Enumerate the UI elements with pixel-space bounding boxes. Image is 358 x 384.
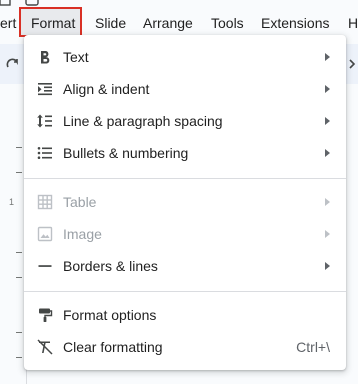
- menu-item-bullets-numbering[interactable]: Bullets & numbering: [24, 137, 346, 169]
- menu-separator: [24, 291, 346, 292]
- toolbar-more-icon[interactable]: [348, 58, 358, 70]
- menu-item-label: Format options: [63, 307, 157, 323]
- menu-item-label: Line & paragraph spacing: [63, 113, 223, 129]
- menu-insert[interactable]: ert: [0, 14, 16, 32]
- format-dropdown-menu: Text Align & indent Line & paragraph spa…: [24, 35, 346, 370]
- ruler-tick: [16, 357, 22, 358]
- menu-tools[interactable]: Tools: [211, 14, 244, 32]
- vertical-ruler: 1: [0, 92, 27, 384]
- menu-item-label: Text: [63, 49, 89, 65]
- menu-item-label: Clear formatting: [63, 339, 163, 355]
- submenu-arrow-icon: [325, 85, 330, 93]
- menu-item-line-spacing[interactable]: Line & paragraph spacing: [24, 105, 346, 137]
- menu-item-label: Bullets & numbering: [63, 145, 189, 161]
- toolbar-icons-partial: [0, 0, 60, 6]
- submenu-arrow-icon: [325, 53, 330, 61]
- menu-item-clear-formatting[interactable]: Clear formatting Ctrl+\: [24, 331, 346, 363]
- submenu-arrow-icon: [325, 149, 330, 157]
- submenu-arrow-icon: [325, 262, 330, 270]
- submenu-arrow-icon: [325, 230, 330, 238]
- menu-arrange[interactable]: Arrange: [143, 14, 193, 32]
- menu-help[interactable]: H: [348, 14, 358, 32]
- menu-item-format-options[interactable]: Format options: [24, 299, 346, 331]
- menu-item-image[interactable]: Image: [24, 218, 346, 250]
- image-icon: [37, 226, 53, 242]
- bold-icon: [41, 51, 50, 64]
- menu-extensions[interactable]: Extensions: [261, 14, 329, 32]
- menu-item-label: Align & indent: [63, 81, 150, 97]
- menu-separator: [24, 178, 346, 179]
- menu-slide[interactable]: Slide: [95, 14, 126, 32]
- ruler-tick: [16, 277, 22, 278]
- menu-item-align-indent[interactable]: Align & indent: [24, 73, 346, 105]
- clear-format-icon: [37, 339, 53, 355]
- ruler-number: 1: [9, 197, 15, 207]
- menu-format[interactable]: Format: [31, 14, 75, 32]
- menu-item-borders-lines[interactable]: Borders & lines: [24, 250, 346, 282]
- menu-item-table[interactable]: Table: [24, 186, 346, 218]
- menu-item-label: Borders & lines: [63, 258, 158, 274]
- line-spacing-icon: [37, 114, 52, 128]
- submenu-arrow-icon: [325, 117, 330, 125]
- menu-item-label: Table: [63, 194, 97, 210]
- ruler-tick: [16, 252, 22, 253]
- table-icon: [37, 194, 53, 210]
- menu-item-text[interactable]: Text: [24, 41, 346, 73]
- paint-roller-icon: [39, 308, 53, 322]
- horizontal-line-icon: [38, 265, 52, 267]
- ruler-tick: [16, 332, 22, 333]
- ruler-tick: [16, 172, 22, 173]
- ruler-tick: [16, 147, 22, 148]
- redo-icon[interactable]: [5, 56, 21, 72]
- menu-item-label: Image: [63, 226, 102, 242]
- indent-icon: [38, 83, 52, 96]
- bulleted-list-icon: [37, 147, 52, 159]
- submenu-arrow-icon: [325, 198, 330, 206]
- keyboard-shortcut: Ctrl+\: [296, 339, 330, 355]
